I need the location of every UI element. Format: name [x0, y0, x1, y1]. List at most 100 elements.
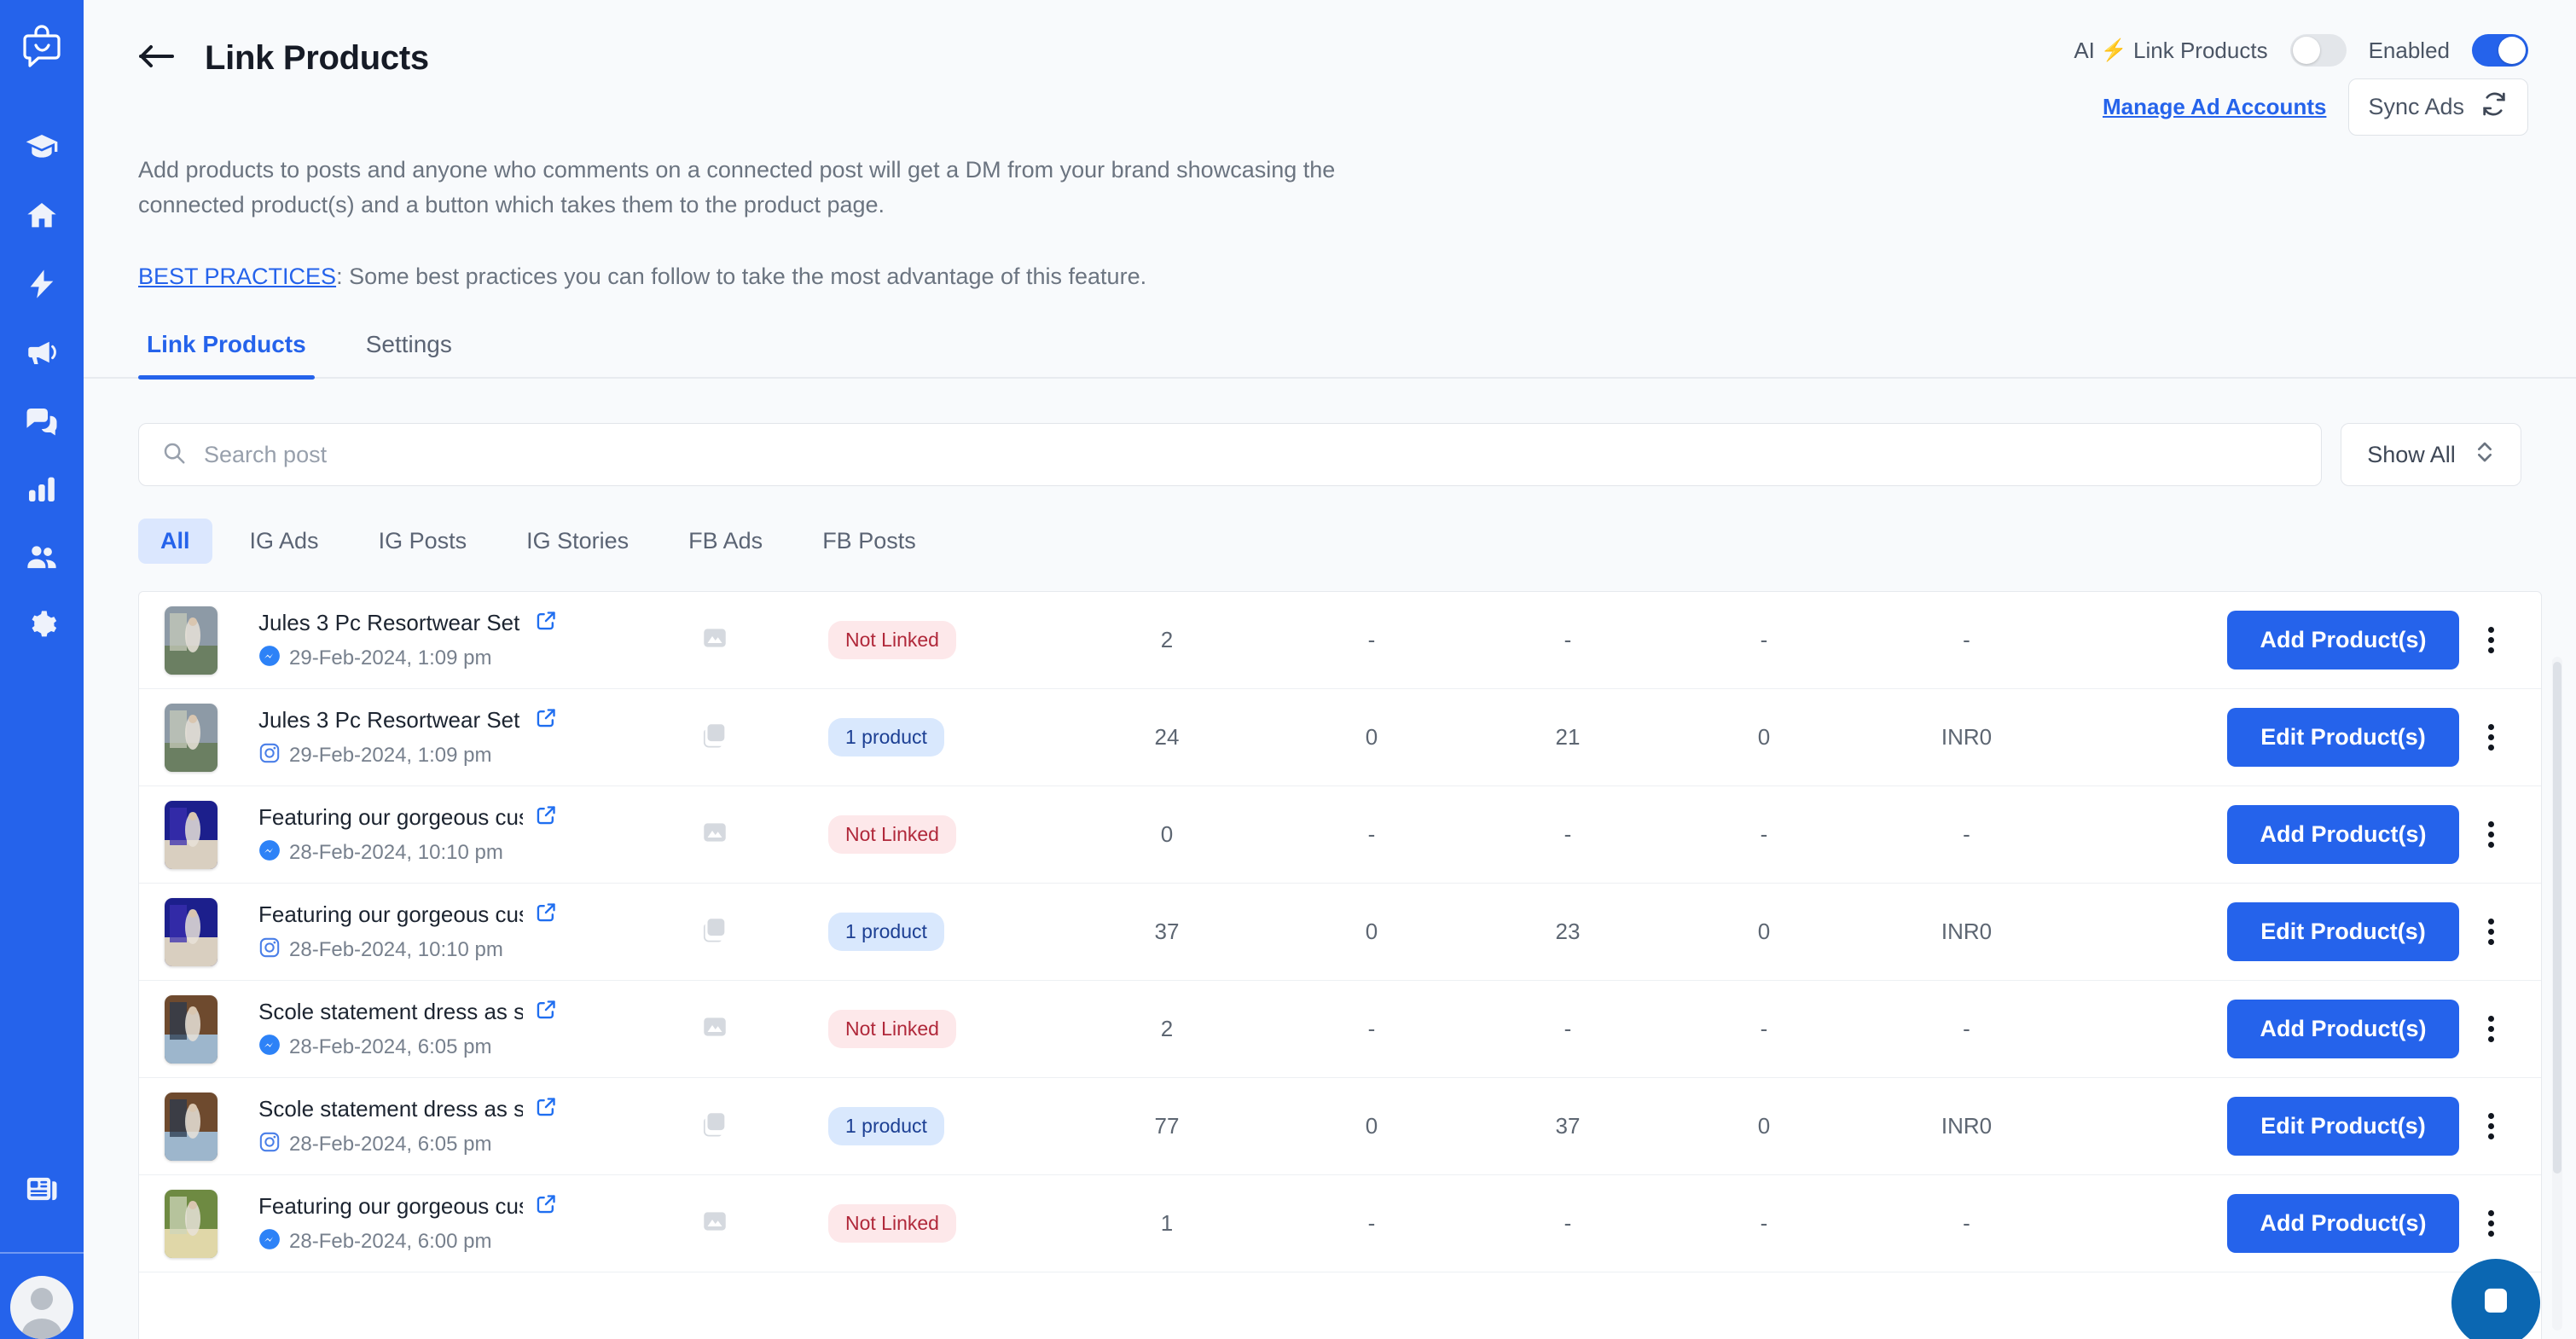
row-more-menu-icon[interactable] — [2464, 809, 2517, 861]
external-link-icon[interactable] — [535, 609, 558, 636]
post-date: 28-Feb-2024, 10:10 pm — [289, 937, 503, 961]
metric-orders: - — [1760, 627, 1768, 653]
filter-ig-stories[interactable]: IG Stories — [504, 519, 651, 564]
best-practices-line: BEST PRACTICES: Some best practices you … — [84, 264, 2576, 290]
toggle-knob — [2292, 37, 2320, 64]
sidebar-item-contacts[interactable] — [0, 523, 84, 591]
vertical-scrollbar[interactable] — [2552, 657, 2562, 1330]
table-row[interactable]: Scole statement dress as se... 28-Feb-202… — [139, 981, 2541, 1079]
metric-comments: 37 — [1154, 919, 1180, 945]
image-icon — [700, 1012, 729, 1046]
avatar[interactable] — [10, 1276, 73, 1339]
post-thumbnail-cell — [165, 606, 258, 675]
metric-orders: 0 — [1757, 1113, 1771, 1139]
post-title: Scole statement dress as se... — [258, 1095, 523, 1122]
filter-all[interactable]: All — [138, 519, 212, 565]
sidebar-item-broadcast[interactable] — [0, 318, 84, 386]
post-title-cell: Jules 3 Pc Resortwear Set 🤍... 29-Feb-202… — [258, 609, 617, 671]
ai-link-products-toggle[interactable] — [2289, 34, 2347, 67]
post-date: 29-Feb-2024, 1:09 pm — [289, 646, 492, 670]
post-thumbnail-cell — [165, 1092, 258, 1161]
post-thumbnail — [165, 800, 218, 869]
metric-dms-sent: - — [1367, 1210, 1376, 1237]
add-products-button[interactable]: Add Product(s) — [2227, 805, 2459, 865]
sidebar-item-academy[interactable] — [0, 113, 84, 182]
table-row[interactable]: Scole statement dress as se... 28-Feb-202… — [139, 1078, 2541, 1176]
table-row[interactable]: Featuring our gorgeous cust... 28-Feb-202… — [139, 1175, 2541, 1273]
row-actions: Edit Product(s) — [2071, 708, 2534, 768]
row-more-menu-icon[interactable] — [2464, 614, 2517, 667]
sync-ads-button[interactable]: Sync Ads — [2348, 78, 2528, 136]
search-input[interactable] — [204, 441, 2299, 468]
metric-revenue: - — [1963, 627, 1970, 653]
external-link-icon[interactable] — [535, 1192, 558, 1220]
manage-ad-accounts-link[interactable]: Manage Ad Accounts — [2103, 94, 2326, 120]
metric-orders: - — [1760, 821, 1768, 848]
chat-support-button[interactable] — [2451, 1259, 2540, 1339]
table-row[interactable]: Featuring our gorgeous cust... 28-Feb-202… — [139, 786, 2541, 884]
row-more-menu-icon[interactable] — [2464, 711, 2517, 764]
page-title: Link Products — [205, 39, 429, 77]
external-link-icon[interactable] — [535, 803, 558, 831]
add-products-button[interactable]: Add Product(s) — [2227, 1194, 2459, 1254]
sidebar-item-automation[interactable] — [0, 250, 84, 318]
post-thumbnail — [165, 606, 218, 675]
post-date: 28-Feb-2024, 10:10 pm — [289, 840, 503, 864]
filter-ig-posts[interactable]: IG Posts — [357, 519, 490, 564]
row-more-menu-icon[interactable] — [2464, 1100, 2517, 1153]
filter-fb-ads[interactable]: FB Ads — [666, 519, 785, 564]
table-row[interactable]: Jules 3 Pc Resortwear Set 🤍... 29-Feb-202… — [139, 689, 2541, 787]
sidebar-item-inbox[interactable] — [0, 386, 84, 455]
page-tabs: Link Products Settings — [84, 331, 2576, 380]
metric-clicks: 21 — [1555, 724, 1581, 751]
table-row[interactable]: Jules 3 Pc Resortwear Set 🤍... 29-Feb-202… — [139, 592, 2541, 690]
sidebar-divider — [0, 1252, 84, 1254]
metric-dms-sent: - — [1367, 1016, 1376, 1042]
filter-ig-ads[interactable]: IG Ads — [228, 519, 341, 564]
post-title: Jules 3 Pc Resortwear Set 🤍... — [258, 609, 523, 635]
post-thumbnail — [165, 897, 218, 966]
ai-link-products-label: AI ⚡ Link Products — [2074, 38, 2267, 64]
external-link-icon[interactable] — [535, 998, 558, 1025]
scrollbar-thumb[interactable] — [2553, 662, 2561, 1174]
tab-link-products[interactable]: Link Products — [138, 331, 315, 380]
edit-products-button[interactable]: Edit Product(s) — [2227, 902, 2459, 962]
add-products-button[interactable]: Add Product(s) — [2227, 1000, 2459, 1059]
back-arrow-icon[interactable] — [138, 43, 176, 73]
instagram-icon — [258, 742, 281, 768]
best-practices-link[interactable]: BEST PRACTICES — [138, 264, 336, 289]
row-more-menu-icon[interactable] — [2464, 1003, 2517, 1056]
row-more-menu-icon[interactable] — [2464, 1197, 2517, 1250]
table-row[interactable]: Featuring our gorgeous cust... 28-Feb-202… — [139, 884, 2541, 982]
enabled-toggle[interactable] — [2472, 34, 2528, 67]
sidebar-item-settings[interactable] — [0, 591, 84, 659]
filter-fb-posts[interactable]: FB Posts — [800, 519, 938, 564]
sidebar-item-news[interactable] — [0, 1155, 84, 1223]
sidebar-item-analytics[interactable] — [0, 455, 84, 523]
add-products-button[interactable]: Add Product(s) — [2227, 611, 2459, 670]
status-badge: Not Linked — [828, 1204, 956, 1243]
edit-products-button[interactable]: Edit Product(s) — [2227, 1097, 2459, 1156]
row-actions: Add Product(s) — [2071, 611, 2534, 670]
external-link-icon[interactable] — [535, 1095, 558, 1122]
row-actions: Edit Product(s) — [2071, 902, 2534, 962]
header-actions: Manage Ad Accounts Sync Ads — [2103, 78, 2528, 136]
sidebar-item-home[interactable] — [0, 182, 84, 250]
edit-products-button[interactable]: Edit Product(s) — [2227, 708, 2459, 768]
post-thumbnail-cell — [165, 703, 258, 772]
row-more-menu-icon[interactable] — [2464, 906, 2517, 959]
primary-sidebar — [0, 0, 84, 1339]
instagram-icon — [258, 1131, 281, 1157]
status-badge: 1 product — [828, 913, 944, 952]
external-link-icon[interactable] — [535, 901, 558, 928]
external-link-icon[interactable] — [535, 706, 558, 733]
shopping-bag-smile-logo[interactable] — [20, 22, 64, 74]
show-all-dropdown[interactable]: Show All — [2341, 423, 2521, 487]
search-box[interactable] — [138, 423, 2322, 487]
media-type-cell — [617, 915, 813, 948]
media-type-cell — [617, 721, 813, 754]
tab-settings[interactable]: Settings — [357, 331, 461, 377]
link-status-cell: 1 product — [813, 913, 1060, 952]
post-thumbnail-cell — [165, 994, 258, 1064]
link-status-cell: 1 product — [813, 718, 1060, 757]
